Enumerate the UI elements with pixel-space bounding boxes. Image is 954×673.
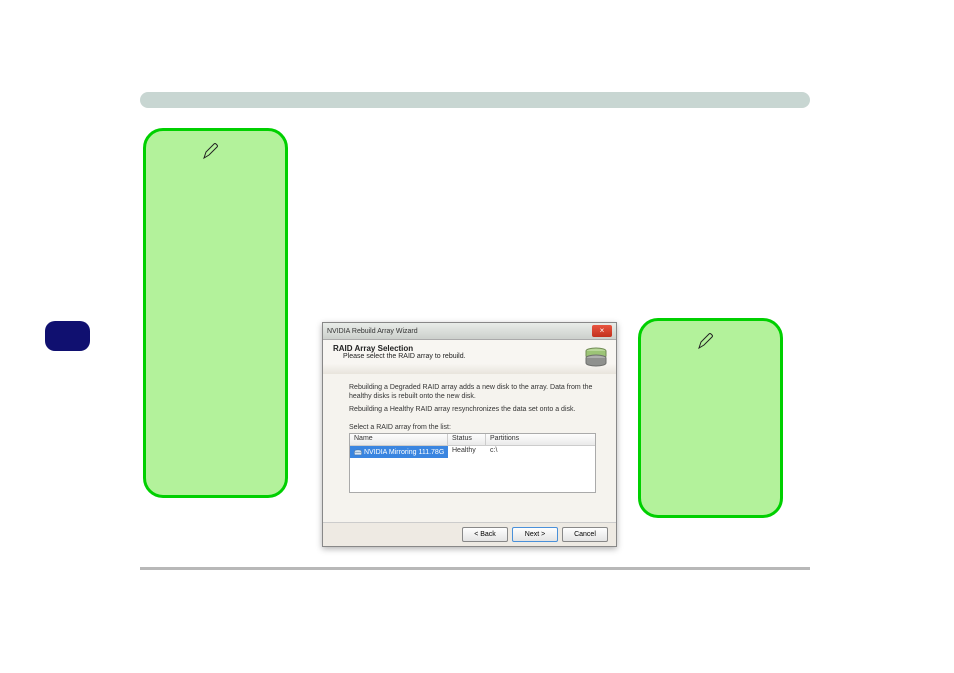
close-button[interactable]: × <box>592 325 612 337</box>
page-side-tab <box>45 321 90 351</box>
cell-partitions: c:\ <box>486 446 595 458</box>
cell-name-text: NVIDIA Mirroring 111.78G <box>364 449 444 456</box>
dialog-subheading: Please select the RAID array to rebuild. <box>333 353 606 360</box>
callout-box-right <box>638 318 783 518</box>
page-header-bar <box>140 92 810 108</box>
callout-box-left <box>143 128 288 498</box>
column-header-partitions[interactable]: Partitions <box>486 434 595 445</box>
next-button[interactable]: Next > <box>512 527 558 542</box>
cell-status: Healthy <box>448 446 486 458</box>
dialog-window-title: NVIDIA Rebuild Array Wizard <box>327 328 418 335</box>
dialog-heading: RAID Array Selection <box>333 344 606 353</box>
table-header: Name Status Partitions <box>350 434 595 446</box>
raid-array-list[interactable]: Name Status Partitions NVIDIA Mirroring … <box>349 433 596 493</box>
cell-name: NVIDIA Mirroring 111.78G <box>350 446 448 458</box>
pen-icon <box>201 143 219 167</box>
back-button[interactable]: < Back <box>462 527 508 542</box>
list-label: Select a RAID array from the list: <box>349 424 596 431</box>
column-header-name[interactable]: Name <box>350 434 448 445</box>
dialog-header: RAID Array Selection Please select the R… <box>323 340 616 374</box>
pen-icon <box>696 333 714 357</box>
disk-stack-icon <box>584 346 608 368</box>
rebuild-array-wizard-dialog: NVIDIA Rebuild Array Wizard × RAID Array… <box>322 322 617 547</box>
body-paragraph-2: Rebuilding a Healthy RAID array resynchr… <box>349 406 596 415</box>
mirror-disk-icon <box>354 449 362 456</box>
table-row[interactable]: NVIDIA Mirroring 111.78G Healthy c:\ <box>350 446 595 458</box>
close-icon: × <box>600 326 605 335</box>
dialog-footer: < Back Next > Cancel <box>323 522 616 546</box>
cancel-button[interactable]: Cancel <box>562 527 608 542</box>
dialog-body: Rebuilding a Degraded RAID array adds a … <box>323 374 616 497</box>
page-footer-bar <box>140 567 810 570</box>
body-paragraph-1: Rebuilding a Degraded RAID array adds a … <box>349 384 596 402</box>
dialog-titlebar[interactable]: NVIDIA Rebuild Array Wizard × <box>323 323 616 340</box>
column-header-status[interactable]: Status <box>448 434 486 445</box>
